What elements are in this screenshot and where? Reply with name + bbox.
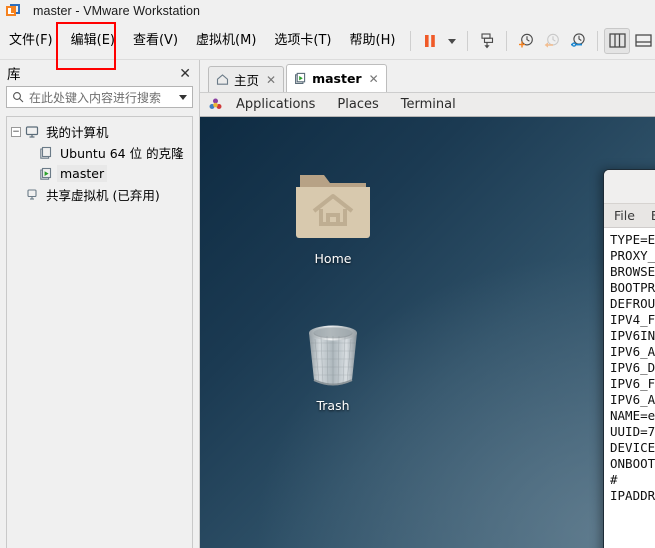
editor-line: NAME=e — [610, 408, 655, 423]
home-icon — [216, 74, 229, 85]
clock-wrench-icon — [571, 32, 586, 47]
menu-file[interactable]: 文件(F) — [0, 22, 62, 60]
editor-menu-file[interactable]: File — [614, 208, 635, 223]
desktop-icon-trash[interactable]: Trash — [278, 317, 388, 413]
applications-icon[interactable] — [208, 97, 223, 112]
library-header: 库 ✕ — [0, 60, 199, 86]
editor-line: IPV6_F — [610, 376, 655, 391]
editor-line: ONBOOT — [610, 456, 655, 471]
gnome-top-panel: Applications Places Terminal — [200, 92, 655, 117]
clock-back-icon — [545, 33, 560, 48]
vm-running-icon — [295, 72, 306, 84]
snapshot-manager-button[interactable] — [565, 28, 591, 54]
gnome-places-menu[interactable]: Places — [326, 97, 389, 112]
editor-line: IPADDR — [610, 488, 655, 503]
text-editor-window[interactable]: File E TYPE=E PROXY_ BROWSE BOOTPR DEFRO… — [603, 169, 655, 548]
menu-edit[interactable]: 编辑(E) — [62, 22, 124, 60]
menu-view[interactable]: 查看(V) — [124, 22, 187, 60]
guest-desktop[interactable]: Home Trash File TYPE=E PROXY_ BROWSE BOO… — [200, 117, 655, 548]
power-dropdown-button[interactable] — [443, 28, 461, 54]
chevron-down-icon[interactable] — [179, 94, 187, 100]
editor-text-area[interactable]: TYPE=E PROXY_ BROWSE BOOTPR DEFROU IPV4_… — [604, 228, 655, 548]
tab-master[interactable]: master ✕ — [286, 64, 387, 92]
editor-line: TYPE=E — [610, 232, 655, 247]
tree-item-ubuntu-clone[interactable]: Ubuntu 64 位 的克隆 — [7, 142, 192, 163]
titlebar: master - VMware Workstation — [0, 0, 655, 22]
editor-line: # — [610, 472, 618, 487]
computer-icon — [25, 125, 39, 138]
chevron-down-icon — [448, 38, 457, 44]
editor-line: IPV6_D — [610, 360, 655, 375]
editor-line: BROWSE — [610, 264, 655, 279]
vm-icon — [40, 146, 52, 159]
menu-tabs[interactable]: 选项卡(T) — [265, 22, 340, 60]
trash-icon — [309, 325, 357, 387]
close-icon[interactable]: ✕ — [179, 66, 191, 80]
search-input[interactable]: 在此处键入内容进行搜索 — [6, 86, 193, 108]
menu-help[interactable]: 帮助(H) — [341, 22, 405, 60]
tab-label: 主页 — [234, 73, 260, 88]
window-title: master - VMware Workstation — [33, 4, 201, 18]
desktop-icon-label: Home — [314, 251, 352, 266]
toolbar-separator — [467, 30, 469, 51]
tab-strip: 主页 ✕ master ✕ — [200, 60, 655, 92]
tree-item-shared-vms[interactable]: 共享虚拟机 (已弃用) — [7, 184, 192, 205]
tree-item-label: Ubuntu 64 位 的克隆 — [60, 146, 184, 161]
expander-icon[interactable]: − — [11, 126, 21, 137]
toolbar-separator — [506, 30, 508, 51]
menubar: 文件(F) 编辑(E) 查看(V) 虚拟机(M) 选项卡(T) 帮助(H) — [0, 22, 655, 60]
vm-running-icon — [40, 167, 52, 180]
tree-item-my-computer[interactable]: − 我的计算机 — [7, 121, 192, 142]
editor-line: DEFROU — [610, 296, 655, 311]
menu-vm[interactable]: 虚拟机(M) — [187, 22, 265, 60]
toolbar-separator — [410, 30, 412, 51]
library-panel: 库 ✕ 在此处键入内容进行搜索 − 我的计算机 Ubuntu 64 位 的克隆 … — [0, 60, 200, 548]
layout-sidebar-button[interactable] — [604, 27, 631, 54]
editor-line: IPV4_F — [610, 312, 655, 327]
search-icon — [13, 92, 24, 103]
editor-menubar: File E — [604, 204, 655, 228]
take-snapshot-button[interactable] — [513, 28, 539, 54]
tree-item-label: master — [57, 165, 108, 182]
tree-item-label: 我的计算机 — [46, 125, 109, 140]
desktop-icon-home[interactable]: Home — [278, 167, 388, 266]
toolbar-separator — [597, 30, 599, 51]
tree-item-master[interactable]: master — [7, 163, 192, 184]
vm-tree: − 我的计算机 Ubuntu 64 位 的克隆 master 共享虚拟机 (已弃… — [6, 116, 193, 548]
gnome-applications-menu[interactable]: Applications — [225, 97, 326, 112]
tab-label: master — [312, 71, 362, 86]
editor-line: PROXY_ — [610, 248, 655, 263]
editor-line: BOOTPR — [610, 280, 655, 295]
clock-plus-icon — [519, 33, 534, 47]
layout-rows-icon — [635, 34, 652, 47]
pause-button[interactable] — [417, 28, 443, 54]
editor-menu-edit[interactable]: E — [651, 208, 655, 223]
library-title: 库 — [7, 67, 21, 83]
gnome-terminal-menu[interactable]: Terminal — [390, 97, 467, 112]
revert-snapshot-button[interactable] — [539, 28, 565, 54]
editor-line: IPV6IN — [610, 328, 655, 343]
vmware-workstation-window: master - VMware Workstation 文件(F) 编辑(E) … — [0, 0, 655, 548]
vm-content-area: 主页 ✕ master ✕ Applications Places Termin… — [200, 60, 655, 548]
editor-line: DEVICE — [610, 440, 655, 455]
editor-line: IPV6_A — [610, 344, 655, 359]
search-placeholder: 在此处键入内容进行搜索 — [29, 90, 162, 105]
snapshot-icon — [481, 32, 494, 48]
editor-line: UUID=7 — [610, 424, 655, 439]
close-icon[interactable]: ✕ — [369, 72, 379, 86]
shared-vm-icon — [27, 188, 37, 200]
tree-item-label: 共享虚拟机 (已弃用) — [46, 188, 160, 203]
snapshot-button[interactable] — [474, 28, 500, 54]
pause-icon — [425, 34, 436, 47]
home-folder-icon — [296, 175, 370, 238]
vmware-logo-icon — [6, 3, 21, 19]
layout-columns-icon — [609, 33, 626, 48]
editor-titlebar — [604, 170, 655, 204]
desktop-icon-label: Trash — [316, 398, 350, 413]
editor-line: IPV6_A — [610, 392, 655, 407]
close-icon[interactable]: ✕ — [266, 73, 276, 87]
tab-home[interactable]: 主页 ✕ — [208, 66, 285, 92]
layout-bottom-button[interactable] — [630, 28, 655, 54]
